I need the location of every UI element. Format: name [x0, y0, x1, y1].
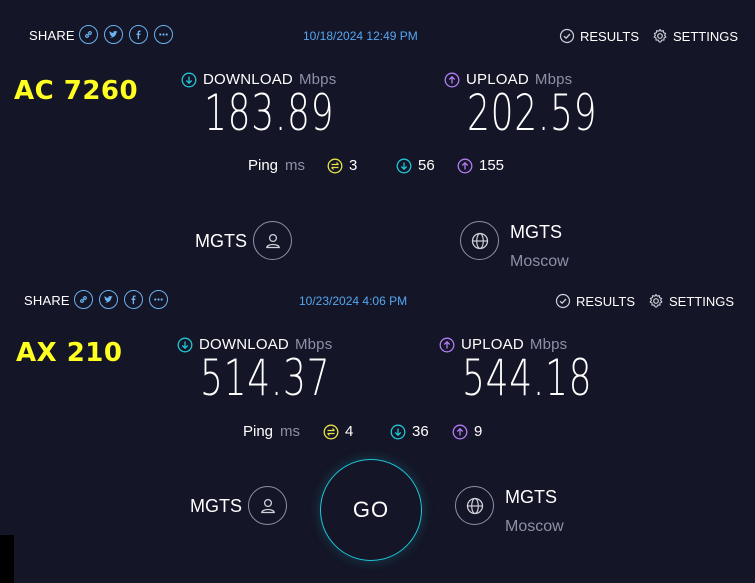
settings-label: SETTINGS [673, 28, 739, 44]
upload-arrow-icon [452, 424, 468, 439]
results-button[interactable]: RESULTS [555, 293, 635, 309]
ping-upload-value: 9 [474, 423, 483, 440]
test-date: 10/23/2024 4:06 PM [299, 294, 408, 308]
globe-icon [466, 497, 483, 514]
more-icon [154, 298, 163, 301]
upload-value: 544.18 [462, 349, 593, 407]
share-label: SHARE [24, 293, 70, 308]
share-facebook-button[interactable] [129, 25, 148, 44]
upload-value: 202.59 [467, 84, 598, 142]
settings-label: SETTINGS [669, 293, 735, 309]
gear-icon [653, 28, 667, 43]
ping-download-value: 36 [412, 423, 429, 440]
download-value: 183.89 [204, 84, 335, 142]
ping-unit: ms [285, 157, 306, 174]
twitter-icon [109, 30, 118, 38]
results-button[interactable]: RESULTS [559, 28, 639, 44]
globe-icon [471, 232, 488, 249]
more-icon [159, 33, 168, 36]
link-icon [85, 31, 92, 38]
download-arrow-icon [181, 72, 197, 87]
go-button[interactable]: GO [320, 459, 422, 561]
results-label: RESULTS [576, 293, 635, 309]
share-buttons [74, 290, 168, 309]
server-name: MGTS [505, 487, 557, 507]
share-buttons [79, 25, 173, 44]
server-button[interactable] [460, 221, 499, 260]
user-icon [260, 498, 275, 513]
device-label: AX 210 [16, 338, 123, 368]
test-date: 10/18/2024 12:49 PM [303, 29, 418, 43]
download-value: 514.37 [200, 349, 331, 407]
server-location: Moscow [505, 518, 564, 535]
server-button[interactable] [455, 486, 494, 525]
download-arrow-icon [177, 337, 193, 352]
isp-name: MGTS [190, 496, 242, 516]
share-link-button[interactable] [79, 25, 98, 44]
ping-upload: 9 [452, 423, 482, 440]
device-label: AC 7260 [14, 76, 139, 106]
check-circle-icon [559, 28, 575, 44]
ping-idle: 4 [323, 423, 353, 440]
share-twitter-button[interactable] [104, 25, 123, 44]
check-circle-icon [555, 293, 571, 309]
ping-idle-value: 4 [345, 423, 354, 440]
facebook-icon [136, 30, 141, 40]
ping-idle-icon [323, 424, 339, 439]
ping-upload: 155 [457, 157, 504, 174]
ping-header: Ping ms [243, 423, 300, 440]
facebook-icon [131, 295, 136, 305]
left-edge-bar [0, 535, 14, 583]
ping-label: Ping [248, 157, 279, 174]
share-twitter-button[interactable] [99, 290, 118, 309]
upload-arrow-icon [444, 72, 460, 87]
ping-unit: ms [280, 423, 301, 440]
link-icon [80, 296, 87, 303]
ping-header: Ping ms [248, 157, 305, 174]
ping-download: 56 [396, 157, 435, 174]
share-link-button[interactable] [74, 290, 93, 309]
results-label: RESULTS [580, 28, 639, 44]
result-panel-2: SHARE 10/23/2024 4:06 PM RESULTS SETTING… [0, 290, 755, 583]
twitter-icon [104, 295, 113, 303]
server-location: Moscow [510, 253, 569, 270]
download-arrow-icon [390, 424, 406, 439]
ping-idle-icon [327, 158, 343, 173]
ping-download: 36 [390, 423, 429, 440]
settings-button[interactable]: SETTINGS [648, 293, 734, 309]
share-label: SHARE [29, 28, 75, 43]
gear-icon [649, 293, 663, 308]
ping-label: Ping [243, 423, 274, 440]
isp-name: MGTS [195, 231, 247, 251]
settings-button[interactable]: SETTINGS [652, 28, 738, 44]
result-panel-1: SHARE 10/18/2024 12:49 PM RESULTS SETTIN… [0, 0, 755, 290]
user-icon [265, 233, 280, 248]
ping-upload-value: 155 [479, 157, 505, 174]
share-facebook-button[interactable] [124, 290, 143, 309]
share-more-button[interactable] [154, 25, 173, 44]
upload-arrow-icon [457, 158, 473, 173]
ping-idle: 3 [327, 157, 357, 174]
isp-button[interactable] [253, 221, 292, 260]
upload-arrow-icon [439, 337, 455, 352]
isp-button[interactable] [248, 486, 287, 525]
ping-idle-value: 3 [349, 157, 358, 174]
ping-download-value: 56 [418, 157, 435, 174]
server-name: MGTS [510, 222, 562, 242]
download-arrow-icon [396, 158, 412, 173]
share-more-button[interactable] [149, 290, 168, 309]
